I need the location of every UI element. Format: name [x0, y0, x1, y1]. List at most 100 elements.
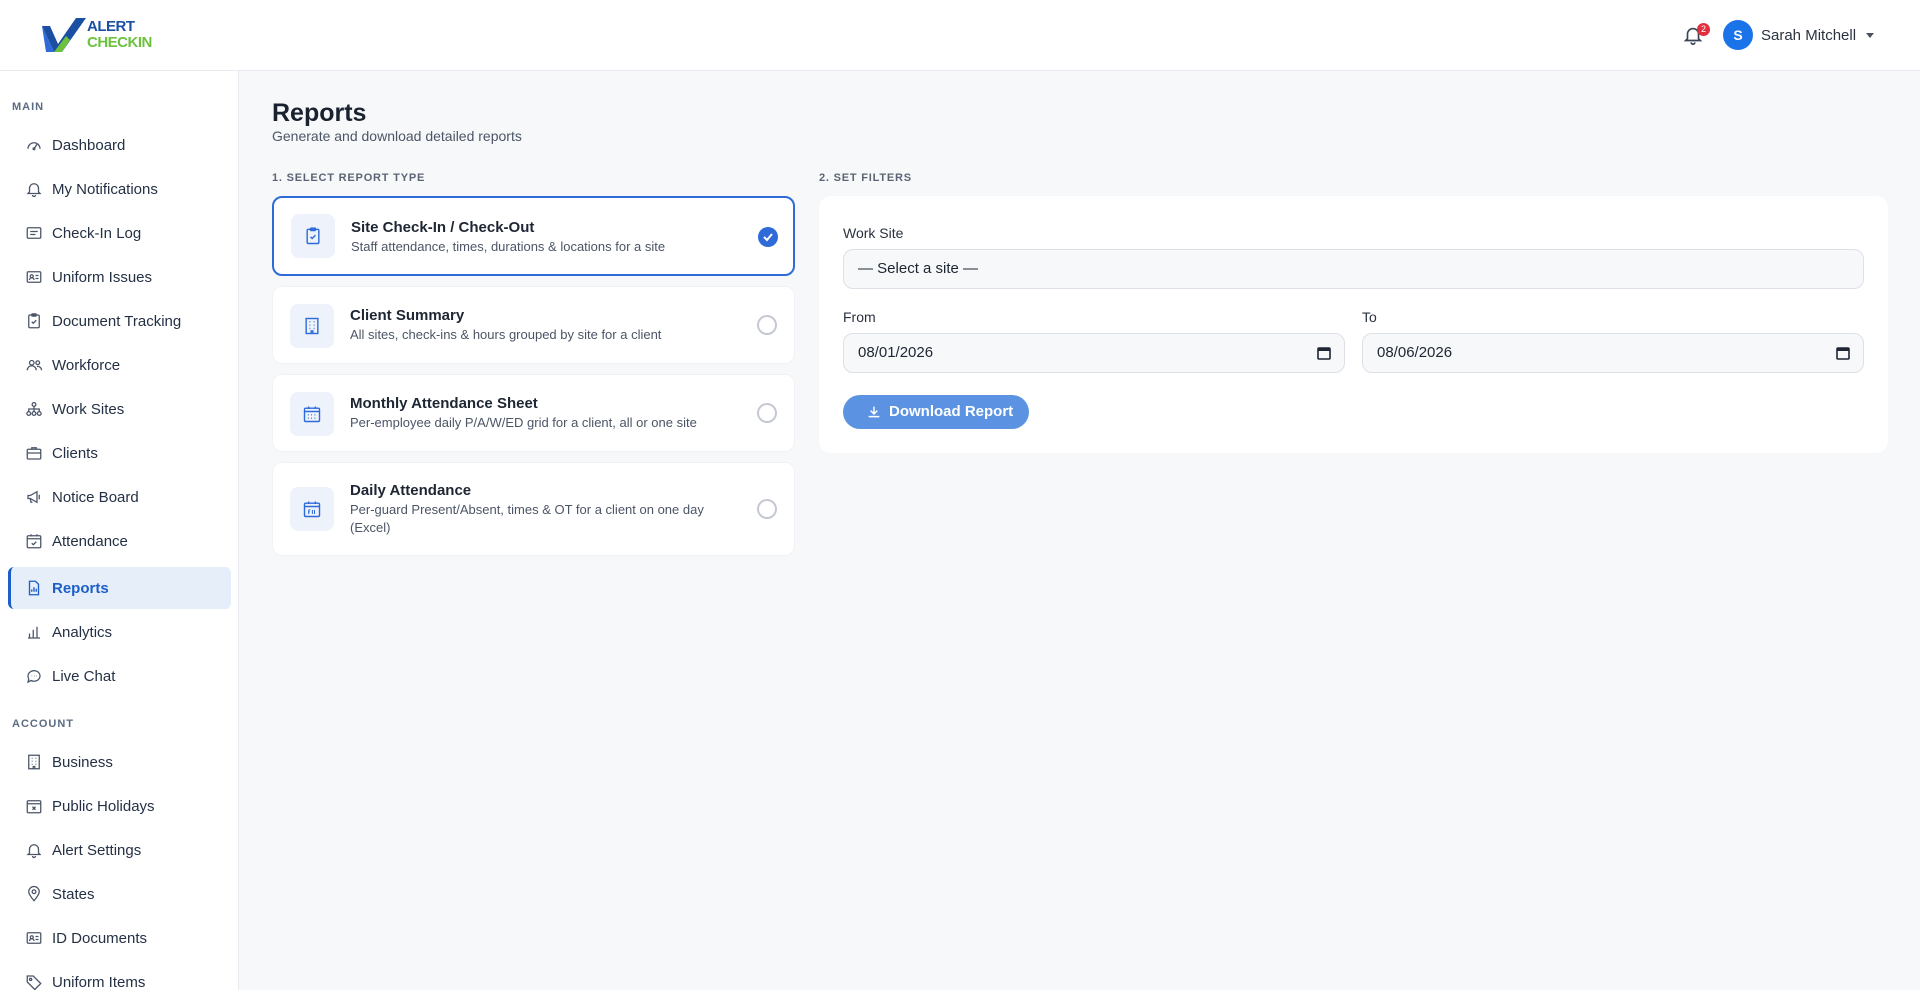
- report-type-daily-attendance[interactable]: Daily Attendance Per-guard Present/Absen…: [272, 462, 795, 556]
- bell-icon: [26, 844, 42, 859]
- clipboard-check-icon: [306, 227, 320, 245]
- report-type-icon: [290, 487, 334, 531]
- logo-check-icon: [42, 18, 86, 52]
- sidebar-item-workforce[interactable]: Workforce: [8, 344, 231, 386]
- sidebar-item-document-tracking[interactable]: Document Tracking: [8, 300, 231, 342]
- from-date-label: From: [843, 309, 876, 325]
- work-site-label: Work Site: [843, 225, 904, 241]
- chat-icon: [27, 670, 41, 684]
- sidebar-section-account: ACCOUNT: [12, 718, 74, 730]
- clipboard-icon: [28, 313, 40, 329]
- report-type-radio[interactable]: [757, 315, 777, 335]
- sidebar-item-public-holidays[interactable]: Public Holidays: [8, 785, 231, 827]
- calendar-x-icon: [26, 800, 42, 814]
- sidebar-item-label: States: [52, 886, 95, 903]
- report-type-title: Monthly Attendance Sheet: [350, 395, 538, 412]
- report-type-site-check-in-out[interactable]: Site Check-In / Check-Out Staff attendan…: [272, 196, 795, 276]
- download-icon: [868, 406, 880, 418]
- sidebar-item-label: Uniform Items: [52, 974, 146, 990]
- sitemap-icon: [26, 401, 42, 417]
- sidebar-item-states[interactable]: States: [8, 873, 231, 915]
- sidebar-item-uniform-items[interactable]: Uniform Items: [8, 961, 231, 990]
- set-filters-heading: 2. SET FILTERS: [819, 172, 912, 184]
- sidebar-item-alert-settings[interactable]: Alert Settings: [8, 829, 231, 871]
- sidebar-item-id-documents[interactable]: ID Documents: [8, 917, 231, 959]
- sidebar-item-label: Clients: [52, 445, 98, 462]
- sidebar-item-notice-board[interactable]: Notice Board: [8, 476, 231, 518]
- calendar-day-icon: [303, 501, 321, 518]
- from-date-input[interactable]: 08/01/2026: [843, 333, 1345, 373]
- sidebar-item-label: Uniform Issues: [52, 269, 153, 286]
- work-site-select[interactable]: — Select a site —: [843, 249, 1864, 289]
- logo-text-checkin: CHECKIN: [87, 34, 152, 51]
- notification-count-badge: 2: [1697, 23, 1710, 36]
- sidebar-item-label: Alert Settings: [52, 842, 142, 859]
- report-type-title: Client Summary: [350, 307, 465, 324]
- building-icon: [305, 317, 319, 335]
- report-icon: [28, 580, 40, 596]
- calendar-picker-icon[interactable]: [1316, 345, 1332, 361]
- sidebar-item-reports[interactable]: Reports: [8, 567, 231, 609]
- user-avatar[interactable]: S: [1723, 20, 1753, 50]
- id-card-icon: [26, 932, 42, 944]
- sidebar-item-clients[interactable]: Clients: [8, 432, 231, 474]
- report-type-title: Daily Attendance: [350, 482, 472, 499]
- sidebar-item-analytics[interactable]: Analytics: [8, 611, 231, 653]
- report-type-description: Per-guard Present/Absent, times & OT for…: [350, 502, 704, 535]
- report-type-icon: [290, 392, 334, 436]
- sidebar-item-label: Work Sites: [52, 401, 125, 418]
- user-name[interactable]: Sarah Mitchell: [1761, 27, 1856, 44]
- report-type-radio[interactable]: [757, 499, 777, 519]
- report-type-client-summary[interactable]: Client Summary All sites, check-ins & ho…: [272, 286, 795, 364]
- sidebar-item-label: Document Tracking: [52, 313, 182, 330]
- sidebar-section-main: MAIN: [12, 101, 45, 113]
- tag-icon: [26, 975, 42, 990]
- page-subtitle: Generate and download detailed reports: [272, 128, 522, 144]
- sidebar-item-label: Business: [52, 754, 113, 771]
- sidebar-item-attendance[interactable]: Attendance: [8, 520, 231, 562]
- sidebar-item-label: Public Holidays: [52, 798, 155, 815]
- briefcase-icon: [26, 447, 42, 460]
- sidebar-item-work-sites[interactable]: Work Sites: [8, 388, 231, 430]
- from-date-value: 08/01/2026: [858, 344, 934, 361]
- download-report-button[interactable]: Download Report: [843, 395, 1029, 429]
- sidebar-item-uniform-issues[interactable]: Uniform Issues: [8, 256, 231, 298]
- to-date-input[interactable]: 08/06/2026: [1362, 333, 1864, 373]
- report-type-description: Staff attendance, times, durations & loc…: [351, 239, 666, 254]
- people-icon: [26, 359, 43, 371]
- sidebar-item-label: Attendance: [52, 533, 128, 550]
- report-type-description: Per-employee daily P/A/W/ED grid for a c…: [350, 415, 697, 430]
- sidebar-item-live-chat[interactable]: Live Chat: [8, 655, 231, 697]
- report-type-radio-checked[interactable]: [758, 227, 778, 247]
- bell-icon: [26, 183, 42, 198]
- download-report-label: Download Report: [889, 403, 1014, 420]
- sidebar-item-label: Reports: [52, 580, 109, 597]
- report-type-radio[interactable]: [757, 403, 777, 423]
- sidebar-item-label: Dashboard: [52, 137, 126, 154]
- select-report-type-heading: 1. SELECT REPORT TYPE: [272, 172, 426, 184]
- sidebar-item-label: Analytics: [52, 624, 113, 641]
- sidebar-item-label: Check-In Log: [52, 225, 142, 242]
- sidebar-item-label: Workforce: [52, 357, 121, 374]
- report-type-description: All sites, check-ins & hours grouped by …: [350, 327, 662, 342]
- app-logo[interactable]: ALERT CHECKIN: [40, 16, 156, 56]
- sidebar-item-dashboard[interactable]: Dashboard: [8, 124, 231, 166]
- logo-text-alert: ALERT: [87, 18, 135, 35]
- report-type-icon: [290, 304, 334, 348]
- list-card-icon: [26, 227, 42, 239]
- calendar-check-icon: [26, 534, 42, 549]
- sidebar-item-business[interactable]: Business: [8, 741, 231, 783]
- calendar-picker-icon[interactable]: [1835, 345, 1851, 361]
- calendar-grid-icon: [303, 406, 321, 423]
- report-type-monthly-attendance-sheet[interactable]: Monthly Attendance Sheet Per-employee da…: [272, 374, 795, 452]
- top-bar: ALERT CHECKIN 2 S Sarah Mitchell: [0, 0, 1920, 71]
- sidebar-item-label: Notice Board: [52, 489, 139, 506]
- map-pin-icon: [28, 885, 40, 902]
- sidebar-item-my-notifications[interactable]: My Notifications: [8, 168, 231, 210]
- sidebar-item-label: ID Documents: [52, 930, 148, 947]
- to-date-value: 08/06/2026: [1377, 344, 1453, 361]
- report-type-title: Site Check-In / Check-Out: [351, 219, 535, 236]
- sidebar-item-check-in-log[interactable]: Check-In Log: [8, 212, 231, 254]
- bar-chart-icon: [28, 626, 40, 639]
- user-menu-caret-icon[interactable]: [1866, 33, 1874, 38]
